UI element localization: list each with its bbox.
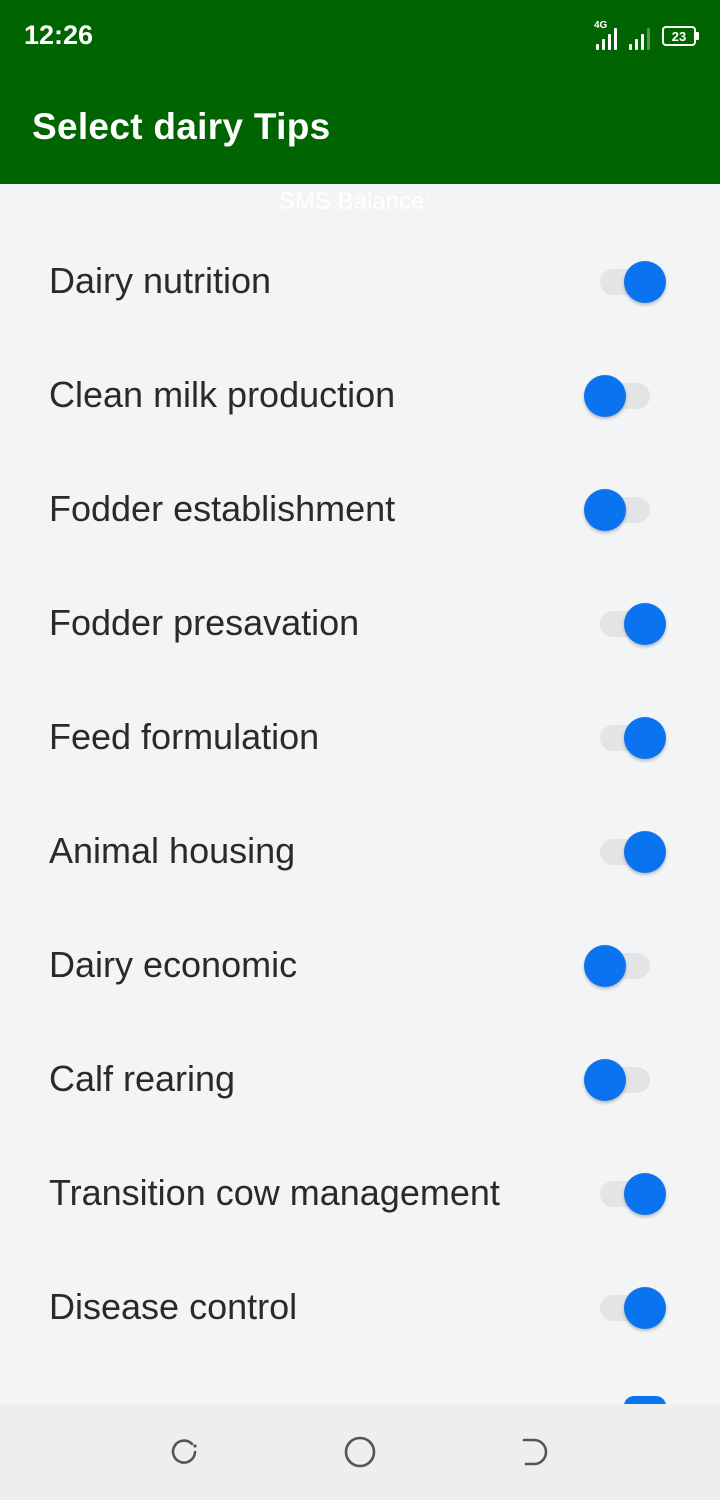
tip-toggle-switch[interactable] [596, 1285, 680, 1329]
tip-row[interactable]: Animal housing [0, 794, 720, 908]
switch-thumb [584, 375, 626, 417]
switch-thumb [624, 261, 666, 303]
switch-thumb [624, 1173, 666, 1215]
tip-label: Fodder establishment [49, 488, 396, 529]
recent-apps-icon[interactable] [164, 1432, 204, 1472]
switch-thumb [624, 831, 666, 873]
home-icon[interactable] [340, 1432, 380, 1472]
battery-icon: 23 [662, 26, 699, 46]
tip-row[interactable]: Disease control [0, 1250, 720, 1364]
tip-label: Transition cow management [49, 1172, 500, 1213]
status-icons: 4G 23 [594, 20, 699, 50]
tip-label: Disease control [49, 1286, 298, 1327]
tip-row[interactable]: Fodder establishment [0, 452, 720, 566]
tip-toggle-switch[interactable] [596, 601, 680, 645]
tip-row[interactable]: Fodder presavation [0, 566, 720, 680]
tip-toggle-switch[interactable] [596, 1171, 680, 1215]
switch-thumb [624, 717, 666, 759]
switch-thumb [624, 1287, 666, 1329]
status-time: 12:26 [24, 20, 94, 50]
back-icon[interactable] [516, 1432, 556, 1472]
tip-row[interactable]: Transition cow management [0, 1136, 720, 1250]
app-bar: Select dairy Tips [0, 76, 720, 184]
tip-row[interactable]: Dairy nutrition [0, 224, 720, 338]
signal-icon: 4G [594, 20, 617, 50]
network-type-label: 4G [594, 20, 608, 31]
tips-list: Dairy nutrition Clean milk production Fodd… [0, 224, 720, 1364]
navigation-bar [0, 1404, 720, 1500]
tip-label: Dairy economic [49, 944, 298, 985]
signal-icon [629, 24, 650, 50]
switch-thumb [624, 603, 666, 645]
tip-label: Fodder presavation [49, 602, 360, 643]
switch-thumb [584, 945, 626, 987]
tip-row[interactable]: Calf rearing [0, 1022, 720, 1136]
tip-label: Clean milk production [49, 374, 396, 415]
tip-label: Feed formulation [49, 716, 320, 757]
page-title: Select dairy Tips [32, 106, 331, 147]
tip-label: Calf rearing [49, 1058, 236, 1099]
switch-thumb [584, 1059, 626, 1101]
status-bar: 12:26 4G 23 [0, 0, 720, 76]
sms-balance-label: SMS Balance: [278, 188, 432, 215]
battery-level: 23 [671, 28, 687, 44]
tip-toggle-switch[interactable] [596, 715, 680, 759]
tip-toggle-switch[interactable] [582, 373, 666, 417]
tip-label: Animal housing [49, 830, 296, 871]
tip-label: Dairy nutrition [49, 260, 272, 301]
tip-toggle-switch[interactable] [582, 1057, 666, 1101]
tip-row[interactable]: Feed formulation [0, 680, 720, 794]
tip-toggle-switch[interactable] [596, 259, 680, 303]
tip-toggle-switch[interactable] [582, 487, 666, 531]
tip-toggle-switch[interactable] [582, 943, 666, 987]
tip-row[interactable]: Clean milk production [0, 338, 720, 452]
tip-toggle-switch[interactable] [596, 829, 680, 873]
switch-thumb [584, 489, 626, 531]
tip-row[interactable]: Dairy economic [0, 908, 720, 1022]
